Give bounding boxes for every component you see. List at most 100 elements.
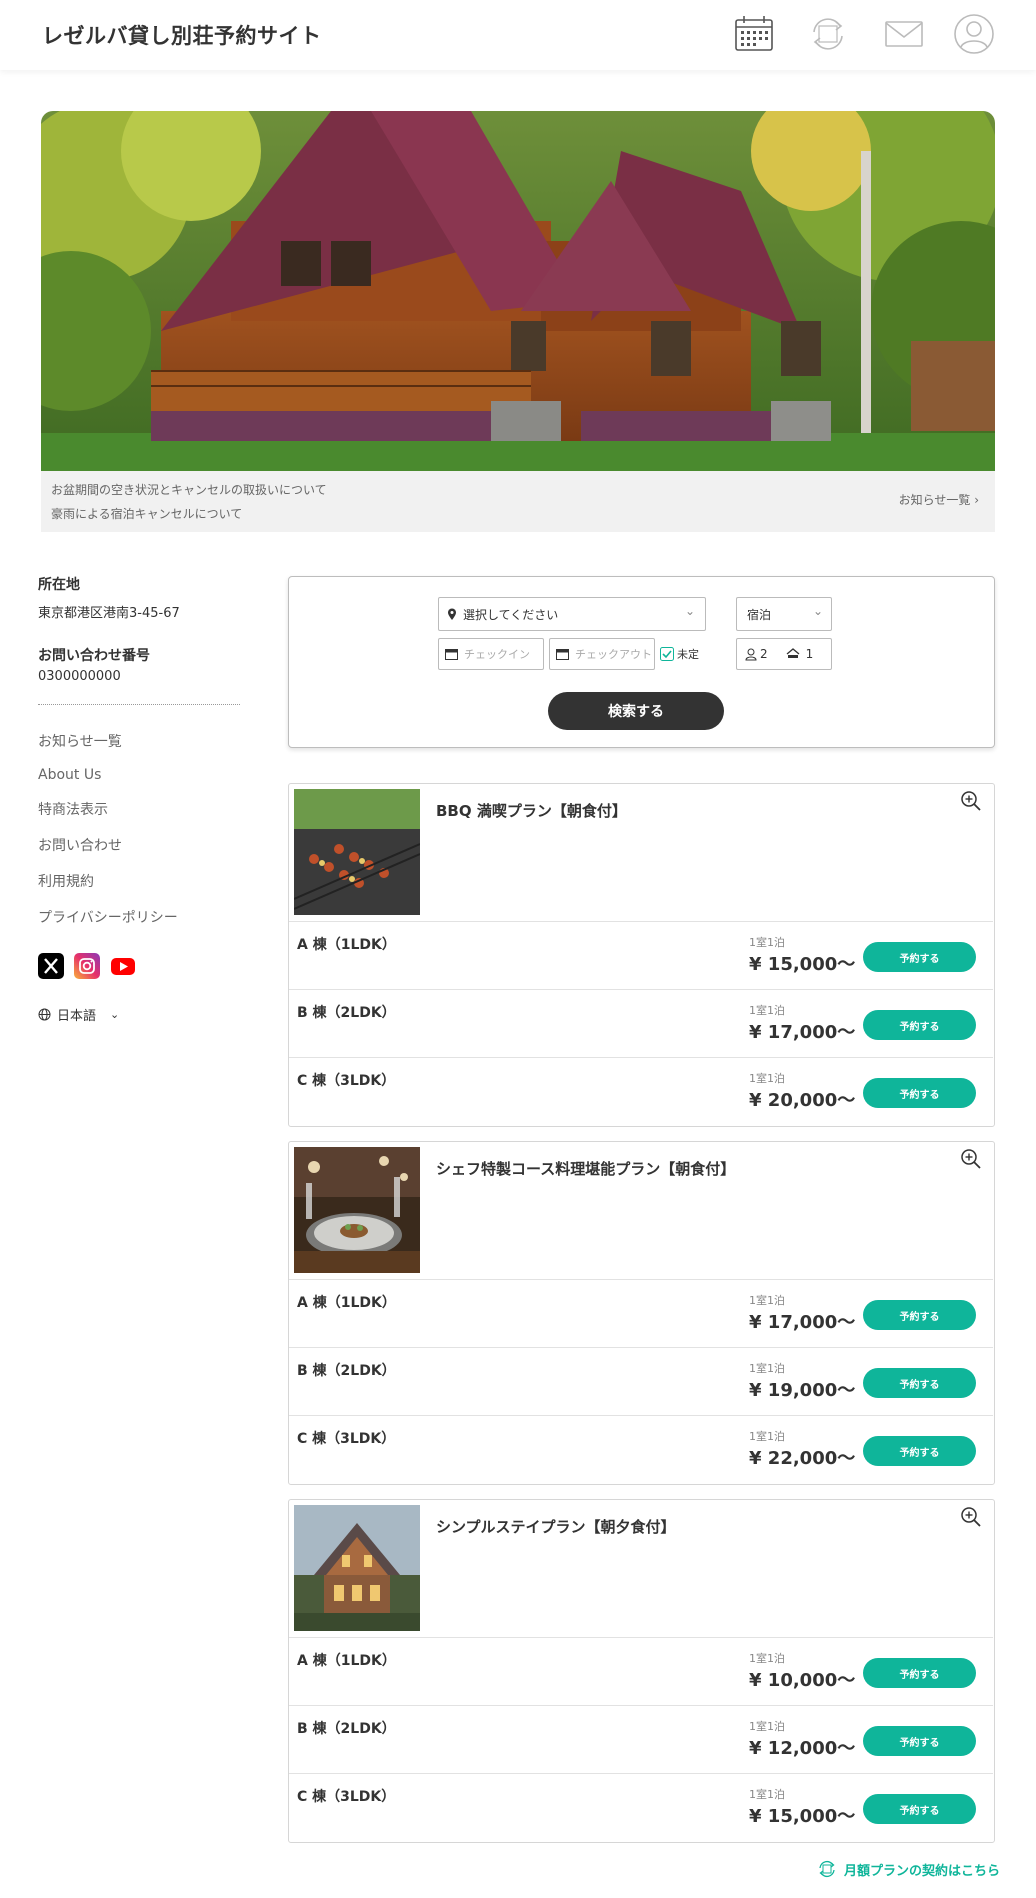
calendar-icon: [556, 649, 569, 660]
plan-thumbnail[interactable]: [294, 789, 420, 915]
checkout-field[interactable]: チェックアウト: [549, 638, 655, 670]
calendar-icon: [445, 649, 458, 660]
reserve-button[interactable]: 予約する: [863, 1726, 976, 1756]
price-unit: 1室1泊: [749, 1362, 785, 1375]
room-price: ¥ 15,000〜: [749, 954, 856, 975]
checkout-placeholder: チェックアウト: [575, 648, 652, 661]
phone-text: 0300000000: [38, 669, 121, 684]
search-button[interactable]: 検索する: [548, 692, 724, 730]
price-unit: 1室1泊: [749, 1720, 785, 1733]
undecided-checkbox[interactable]: 未定: [660, 646, 699, 662]
reserve-button[interactable]: 予約する: [863, 1300, 976, 1330]
social-links: [38, 953, 240, 979]
monthly-plan-link[interactable]: 月額プランの契約はこちら: [816, 1858, 1000, 1880]
sidebar-link-contact[interactable]: お問い合わせ: [38, 835, 240, 855]
instagram-icon[interactable]: [74, 953, 100, 979]
chevron-down-icon: ⌄: [110, 1008, 120, 1021]
youtube-icon[interactable]: [110, 953, 136, 979]
reserve-button[interactable]: 予約する: [863, 1436, 976, 1466]
plan-thumbnail[interactable]: [294, 1505, 420, 1631]
price-unit: 1室1泊: [749, 1004, 785, 1017]
plan-card: シェフ特製コース料理堪能プラン【朝食付】 A 棟（1LDK） 1室1泊 ¥ 17…: [288, 1141, 995, 1485]
zoom-in-icon[interactable]: [960, 1506, 982, 1528]
address-text: 東京都港区港南3-45-67: [38, 606, 180, 621]
plan-title[interactable]: シェフ特製コース料理堪能プラン【朝食付】: [436, 1158, 735, 1179]
room-name: A 棟（1LDK）: [297, 1295, 396, 1311]
location-select[interactable]: 選択してください ⌄: [438, 597, 706, 631]
room-row: A 棟（1LDK） 1室1泊 ¥ 15,000〜 予約する: [289, 921, 993, 989]
chevron-down-icon: ⌄: [812, 604, 823, 618]
news-list-link[interactable]: お知らせ一覧 ›: [899, 491, 979, 508]
zoom-in-icon[interactable]: [960, 1148, 982, 1170]
sidebar-divider: [38, 704, 240, 705]
calendar-icon[interactable]: [732, 12, 776, 56]
rooms-count: 1: [805, 647, 814, 661]
room-row: C 棟（3LDK） 1室1泊 ¥ 15,000〜 予約する: [289, 1773, 993, 1841]
site-title[interactable]: レゼルバ貸し別荘予約サイト: [42, 20, 322, 50]
room-row: C 棟（3LDK） 1室1泊 ¥ 20,000〜 予約する: [289, 1057, 993, 1125]
news-item[interactable]: お盆期間の空き状況とキャンセルの取扱いについて: [51, 481, 327, 498]
room-name: A 棟（1LDK）: [297, 1653, 396, 1669]
room-name: C 棟（3LDK）: [297, 1431, 396, 1447]
news-item[interactable]: 豪雨による宿泊キャンセルについて: [51, 505, 242, 522]
sidebar-link-privacy[interactable]: プライバシーポリシー: [38, 907, 240, 927]
hero-image: [41, 111, 995, 471]
sidebar-link-news[interactable]: お知らせ一覧: [38, 731, 240, 751]
room-row: B 棟（2LDK） 1室1泊 ¥ 17,000〜 予約する: [289, 989, 993, 1057]
reserve-button[interactable]: 予約する: [863, 1658, 976, 1688]
room-name: C 棟（3LDK）: [297, 1789, 396, 1805]
room-price: ¥ 17,000〜: [749, 1312, 856, 1333]
sidebar-link-terms[interactable]: 利用規約: [38, 871, 240, 891]
room-name: B 棟（2LDK）: [297, 1721, 396, 1737]
room-price: ¥ 10,000〜: [749, 1670, 856, 1691]
price-unit: 1室1泊: [749, 1430, 785, 1443]
mail-icon[interactable]: [882, 12, 926, 56]
sidebar-link-about[interactable]: About Us: [38, 767, 240, 783]
phone-label: お問い合わせ番号: [38, 648, 150, 664]
guests-count: 2: [760, 647, 768, 661]
price-unit: 1室1泊: [749, 1294, 785, 1307]
checkbox-icon: [660, 647, 674, 661]
monthly-plan-label: 月額プランの契約はこちら: [843, 1863, 1000, 1879]
reserve-button[interactable]: 予約する: [863, 942, 976, 972]
plan-card: BBQ 満喫プラン【朝食付】 A 棟（1LDK） 1室1泊 ¥ 15,000〜 …: [288, 783, 995, 1127]
plan-card: シンプルステイプラン【朝夕食付】 A 棟（1LDK） 1室1泊 ¥ 10,000…: [288, 1499, 995, 1843]
map-pin-icon: [448, 608, 456, 620]
location-select-label: 選択してください: [463, 607, 559, 622]
room-row: A 棟（1LDK） 1室1泊 ¥ 17,000〜 予約する: [289, 1279, 993, 1347]
room-price: ¥ 17,000〜: [749, 1022, 856, 1043]
room-price: ¥ 15,000〜: [749, 1806, 856, 1827]
stay-type-select[interactable]: 宿泊 ⌄: [736, 597, 832, 631]
reserve-button[interactable]: 予約する: [863, 1078, 976, 1108]
language-selector[interactable]: 日本語 ⌄: [38, 1005, 240, 1024]
reserve-button[interactable]: 予約する: [863, 1368, 976, 1398]
room-price: ¥ 12,000〜: [749, 1738, 856, 1759]
news-bar: お盆期間の空き状況とキャンセルの取扱いについて 豪雨による宿泊キャンセルについて…: [41, 471, 995, 532]
refresh-icon[interactable]: [806, 12, 850, 56]
plan-title[interactable]: BBQ 満喫プラン【朝食付】: [436, 800, 627, 821]
x-icon[interactable]: [38, 953, 64, 979]
bed-icon: [786, 648, 800, 658]
room-price: ¥ 22,000〜: [749, 1448, 856, 1469]
zoom-in-icon[interactable]: [960, 790, 982, 812]
room-price: ¥ 20,000〜: [749, 1090, 856, 1111]
room-name: B 棟（2LDK）: [297, 1005, 396, 1021]
checkin-placeholder: チェックイン: [464, 648, 530, 661]
room-row: A 棟（1LDK） 1室1泊 ¥ 10,000〜 予約する: [289, 1637, 993, 1705]
room-row: C 棟（3LDK） 1室1泊 ¥ 22,000〜 予約する: [289, 1415, 993, 1483]
plan-title[interactable]: シンプルステイプラン【朝夕食付】: [436, 1516, 676, 1537]
plan-thumbnail[interactable]: [294, 1147, 420, 1273]
reserve-button[interactable]: 予約する: [863, 1010, 976, 1040]
checkin-field[interactable]: チェックイン: [438, 638, 544, 670]
guests-rooms-field[interactable]: 2 1: [736, 638, 832, 670]
price-unit: 1室1泊: [749, 1788, 785, 1801]
reserve-button[interactable]: 予約する: [863, 1794, 976, 1824]
search-panel: 選択してください ⌄ 宿泊 ⌄ チェックイン チェックアウト 未定 2 1 検索…: [288, 576, 995, 748]
room-row: B 棟（2LDK） 1室1泊 ¥ 19,000〜 予約する: [289, 1347, 993, 1415]
sidebar-link-legal[interactable]: 特商法表示: [38, 799, 240, 819]
room-name: C 棟（3LDK）: [297, 1073, 396, 1089]
globe-icon: [38, 1008, 51, 1021]
user-icon[interactable]: [952, 12, 996, 56]
room-row: B 棟（2LDK） 1室1泊 ¥ 12,000〜 予約する: [289, 1705, 993, 1773]
price-unit: 1室1泊: [749, 1652, 785, 1665]
